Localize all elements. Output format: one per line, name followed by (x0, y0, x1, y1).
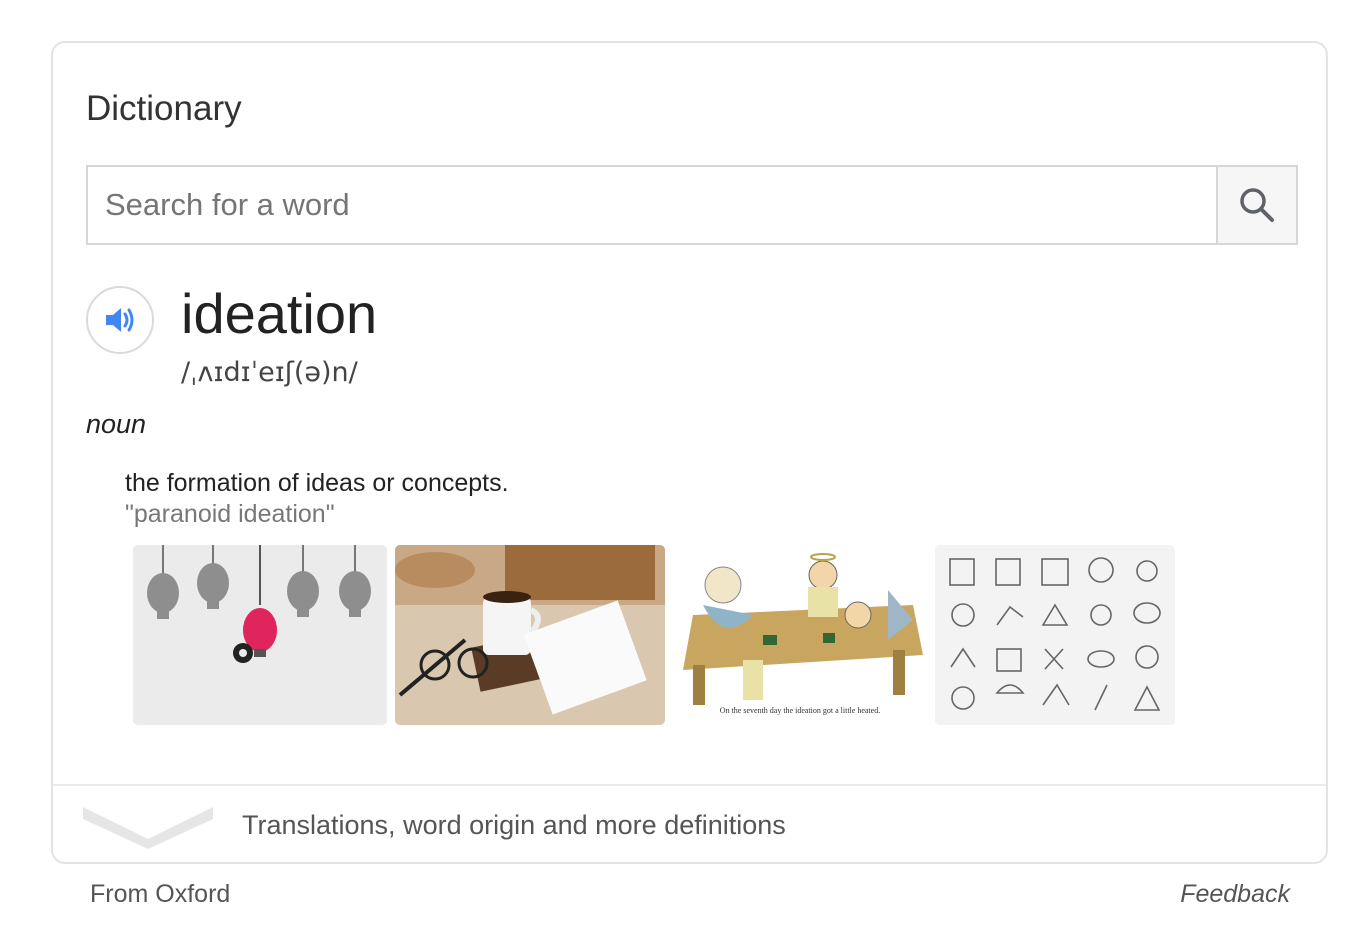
search-input[interactable] (88, 167, 1216, 243)
expand-button[interactable] (83, 803, 213, 854)
part-of-speech: noun (86, 409, 147, 439)
cartoon-angels-table-image[interactable]: On the seventh day the ideation got a li… (673, 545, 927, 725)
example-text: "paranoid ideation" (125, 500, 335, 528)
pronunciation-button[interactable] (86, 286, 154, 354)
card-title: Dictionary (86, 89, 242, 128)
definition-text: the formation of ideas or concepts. (125, 469, 509, 497)
dictionary-card: Dictionary ideation /ˌʌɪdɪˈeɪʃ(ə)n/ noun… (51, 41, 1328, 864)
speaker-icon (106, 308, 134, 332)
more-definitions-link[interactable]: Translations, word origin and more defin… (242, 810, 786, 841)
search-button[interactable] (1216, 167, 1296, 243)
section-divider (53, 784, 1326, 786)
phonetic-transcription: /ˌʌɪdɪˈeɪʃ(ə)n/ (181, 357, 358, 388)
source-attribution: From Oxford (90, 880, 231, 908)
cartoon-caption: On the seventh day the ideation got a li… (719, 706, 881, 715)
lightbulb-brains-image[interactable] (133, 545, 387, 725)
search-icon (1240, 188, 1274, 222)
feedback-link[interactable]: Feedback (1180, 880, 1290, 909)
search-box (86, 165, 1298, 245)
headword: ideation (181, 282, 378, 345)
coffee-notebook-glasses-image[interactable] (395, 545, 665, 725)
chevron-down-icon (83, 807, 213, 849)
ideation-icons-grid-image[interactable] (935, 545, 1175, 725)
